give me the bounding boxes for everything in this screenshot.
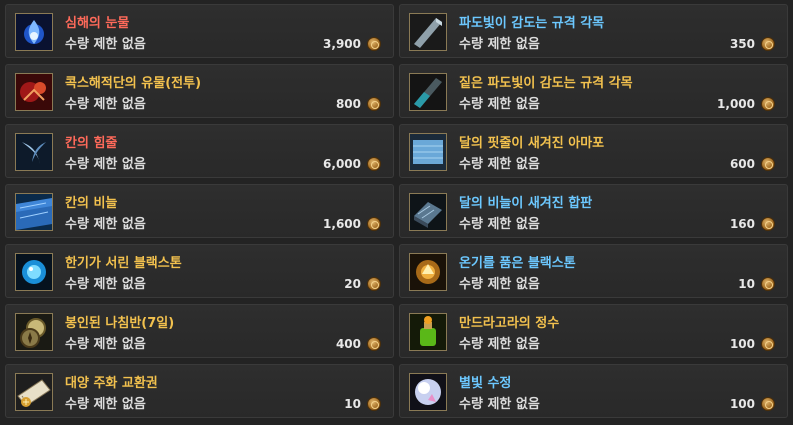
item-limit: 수량 제한 없음	[459, 397, 540, 412]
item-name: 봉인된 나침반(7일)	[65, 316, 175, 331]
coin-icon	[761, 37, 775, 51]
item-name: 온기를 품은 블랙스톤	[459, 256, 576, 271]
shop-item[interactable]: 콕스해적단의 유물(전투) 수량 제한 없음 800	[5, 64, 394, 118]
item-limit: 수량 제한 없음	[65, 397, 146, 412]
item-limit: 수량 제한 없음	[65, 277, 146, 292]
item-name: 콕스해적단의 유물(전투)	[65, 76, 202, 91]
plywood-icon	[409, 193, 447, 231]
shop-item[interactable]: 칸의 비늘 수량 제한 없음 1,600	[5, 184, 394, 238]
item-price: 10	[344, 397, 361, 411]
item-name: 한기가 서린 블랙스톤	[65, 256, 182, 271]
mandragora-essence-icon	[409, 313, 447, 351]
shop-item[interactable]: 봉인된 나침반(7일) 수량 제한 없음 400	[5, 304, 394, 358]
item-price: 20	[344, 277, 361, 291]
item-price: 10	[738, 277, 755, 291]
shop-item[interactable]: 달의 비늘이 새겨진 합판 수량 제한 없음 160	[399, 184, 788, 238]
shop-item[interactable]: 한기가 서린 블랙스톤 수량 제한 없음 20	[5, 244, 394, 298]
item-name: 파도빛이 감도는 규격 각목	[459, 16, 605, 31]
timber-icon	[409, 13, 447, 51]
coupon-icon	[15, 373, 53, 411]
coin-icon	[367, 157, 381, 171]
item-price: 1,600	[323, 217, 361, 231]
item-name: 칸의 비늘	[65, 196, 118, 211]
coin-icon	[761, 277, 775, 291]
item-name: 달의 핏줄이 새겨진 아마포	[459, 136, 605, 151]
item-limit: 수량 제한 없음	[65, 37, 146, 52]
coin-icon	[761, 157, 775, 171]
item-name: 칸의 힘줄	[65, 136, 118, 151]
shop-item[interactable]: 칸의 힘줄 수량 제한 없음 6,000	[5, 124, 394, 178]
shop-item[interactable]: 만드라고라의 정수 수량 제한 없음 100	[399, 304, 788, 358]
shop-item[interactable]: 온기를 품은 블랙스톤 수량 제한 없음 10	[399, 244, 788, 298]
starlight-crystal-icon	[409, 373, 447, 411]
item-limit: 수량 제한 없음	[65, 217, 146, 232]
coin-icon	[761, 97, 775, 111]
left-item-column: 심해의 눈물 수량 제한 없음 3,900 콕스해적단의 유물(전투) 수량 제…	[5, 0, 394, 425]
shop-item[interactable]: 달의 핏줄이 새겨진 아마포 수량 제한 없음 600	[399, 124, 788, 178]
item-limit: 수량 제한 없음	[459, 277, 540, 292]
item-name: 별빛 수정	[459, 376, 512, 391]
item-price: 800	[335, 97, 361, 111]
shop-item[interactable]: 대양 주화 교환권 수량 제한 없음 10	[5, 364, 394, 418]
shop-item[interactable]: 심해의 눈물 수량 제한 없음 3,900	[5, 4, 394, 58]
item-price: 1,000	[717, 97, 755, 111]
coin-icon	[761, 397, 775, 411]
item-limit: 수량 제한 없음	[65, 97, 146, 112]
coin-icon	[761, 337, 775, 351]
coin-icon	[367, 97, 381, 111]
item-limit: 수량 제한 없음	[459, 97, 540, 112]
coin-icon	[367, 337, 381, 351]
warm-blackstone-icon	[409, 253, 447, 291]
item-name: 대양 주화 교환권	[65, 376, 158, 391]
shop-item-grid: 심해의 눈물 수량 제한 없음 3,900 콕스해적단의 유물(전투) 수량 제…	[0, 0, 793, 425]
cold-blackstone-icon	[15, 253, 53, 291]
item-name: 심해의 눈물	[65, 16, 130, 31]
item-price: 160	[729, 217, 755, 231]
shop-item[interactable]: 짙은 파도빛이 감도는 규격 각목 수량 제한 없음 1,000	[399, 64, 788, 118]
blue-flame-icon	[15, 13, 53, 51]
item-price: 3,900	[323, 37, 361, 51]
item-price: 350	[729, 37, 755, 51]
item-name: 짙은 파도빛이 감도는 규격 각목	[459, 76, 633, 91]
item-limit: 수량 제한 없음	[459, 217, 540, 232]
coin-icon	[367, 277, 381, 291]
shop-item[interactable]: 별빛 수정 수량 제한 없음 100	[399, 364, 788, 418]
right-item-column: 파도빛이 감도는 규격 각목 수량 제한 없음 350 짙은 파도빛이 감도는 …	[399, 0, 788, 425]
item-price: 100	[729, 397, 755, 411]
item-name: 만드라고라의 정수	[459, 316, 560, 331]
coin-icon	[761, 217, 775, 231]
item-price: 6,000	[323, 157, 361, 171]
item-price: 100	[729, 337, 755, 351]
coin-icon	[367, 217, 381, 231]
item-limit: 수량 제한 없음	[459, 337, 540, 352]
coin-icon	[367, 397, 381, 411]
item-price: 600	[729, 157, 755, 171]
item-limit: 수량 제한 없음	[65, 337, 146, 352]
item-limit: 수량 제한 없음	[65, 157, 146, 172]
coin-icon	[367, 37, 381, 51]
item-name: 달의 비늘이 새겨진 합판	[459, 196, 593, 211]
compass-icon	[15, 313, 53, 351]
dark-timber-icon	[409, 73, 447, 111]
blue-scale-icon	[15, 193, 53, 231]
linen-icon	[409, 133, 447, 171]
shop-item[interactable]: 파도빛이 감도는 규격 각목 수량 제한 없음 350	[399, 4, 788, 58]
item-limit: 수량 제한 없음	[459, 157, 540, 172]
red-relic-icon	[15, 73, 53, 111]
item-price: 400	[335, 337, 361, 351]
tail-fin-icon	[15, 133, 53, 171]
item-limit: 수량 제한 없음	[459, 37, 540, 52]
